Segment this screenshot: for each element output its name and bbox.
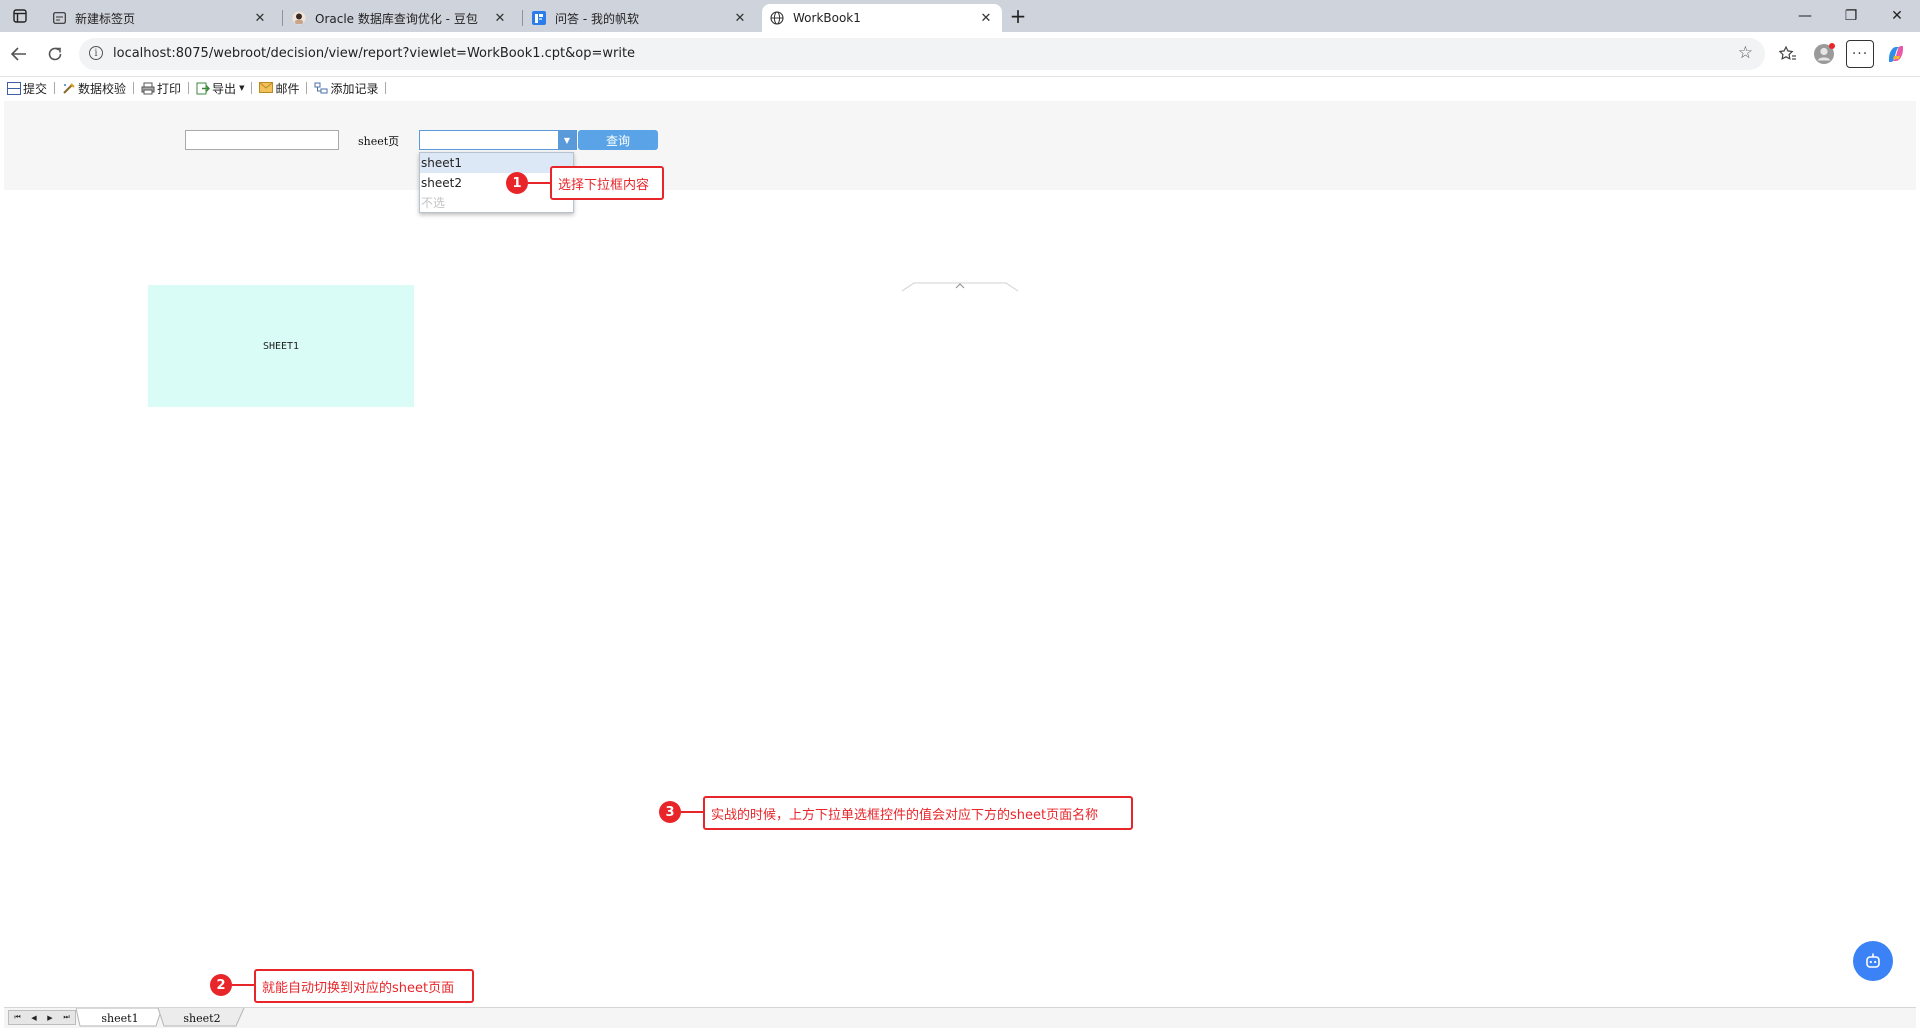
verify-icon <box>62 82 76 95</box>
mail-icon <box>259 81 274 95</box>
sheet-navigation: ⏮ ◀ ▶ ⏭ <box>8 1010 76 1025</box>
copilot-button[interactable] <box>1882 40 1910 68</box>
browser-toolbar: i localhost:8075/webroot/decision/view/r… <box>0 32 1920 77</box>
annotation-box-1: 选择下拉框内容 <box>550 166 664 200</box>
print-label: 打印 <box>157 81 182 96</box>
profile-button[interactable] <box>1810 40 1838 68</box>
toolbar-separator <box>306 82 308 94</box>
submit-button[interactable]: 提交 <box>4 80 50 97</box>
parameter-pane: sheet页 ▼ 查询 <box>4 101 1916 291</box>
close-tab-icon[interactable]: ✕ <box>732 11 748 26</box>
annotation-box-3: 实战的时候，上方下拉单选框控件的值会对应下方的sheet页面名称 <box>703 796 1133 830</box>
assistant-fab[interactable] <box>1853 941 1893 981</box>
sheet-page-combo[interactable]: ▼ <box>419 130 577 150</box>
tab-title: 问答 - 我的帆软 <box>555 11 639 26</box>
reload-button[interactable] <box>41 40 69 68</box>
prev-sheet-icon[interactable]: ◀ <box>31 1014 36 1022</box>
restore-button[interactable]: ❐ <box>1828 0 1874 32</box>
next-sheet-icon[interactable]: ▶ <box>47 1014 52 1022</box>
back-arrow-icon <box>11 47 26 61</box>
tab-title: WorkBook1 <box>793 11 861 25</box>
export-label: 导出 <box>212 81 237 96</box>
minimize-button[interactable]: — <box>1782 0 1828 32</box>
back-button[interactable] <box>5 40 33 68</box>
favorite-star-icon[interactable]: ☆ <box>1738 43 1753 63</box>
tab-title: 新建标签页 <box>75 11 136 26</box>
browser-tab-strip: 新建标签页 ✕ Oracle 数据库查询优化 - 豆包 ✕ 问答 - 我的帆软 … <box>0 0 1920 32</box>
site-info-icon[interactable]: i <box>89 46 103 60</box>
sheet-tab-sheet1[interactable]: sheet1 <box>80 1009 160 1027</box>
more-dots-icon: ··· <box>1851 46 1869 62</box>
newtab-icon <box>52 11 66 25</box>
copilot-icon <box>1889 46 1903 62</box>
query-button[interactable]: 查询 <box>578 130 658 150</box>
annotation-box-2: 就能自动切换到对应的sheet页面 <box>254 969 474 1003</box>
toolbar-separator <box>188 82 190 94</box>
window-close-button[interactable]: ✕ <box>1874 0 1920 32</box>
annotation-connector <box>528 182 550 184</box>
add-record-icon <box>314 82 328 95</box>
favorites-list-icon <box>1779 46 1796 60</box>
doubao-avatar-icon <box>292 11 306 25</box>
toolbar-separator <box>251 82 253 94</box>
data-verify-label: 数据校验 <box>78 81 127 96</box>
close-tab-icon[interactable]: ✕ <box>978 11 994 26</box>
browser-tab-doubao[interactable]: Oracle 数据库查询优化 - 豆包 ✕ <box>284 4 516 32</box>
sheet-page-label: sheet页 <box>358 135 400 148</box>
address-bar[interactable]: i localhost:8075/webroot/decision/view/r… <box>79 38 1765 70</box>
save-icon <box>7 81 21 95</box>
close-tab-icon[interactable]: ✕ <box>492 11 508 26</box>
favorites-button[interactable] <box>1774 40 1802 68</box>
param-text-input[interactable] <box>185 130 339 150</box>
export-icon <box>196 82 211 95</box>
toolbar-separator <box>133 82 135 94</box>
annotation-connector <box>232 984 254 986</box>
annotation-number-3: 3 <box>659 801 681 823</box>
reload-icon <box>48 47 62 61</box>
collapse-param-handle[interactable] <box>902 281 1018 291</box>
annotation-number-1: 1 <box>506 172 528 194</box>
first-sheet-icon[interactable]: ⏮ <box>14 1013 20 1022</box>
mail-label: 邮件 <box>275 81 300 96</box>
last-sheet-icon[interactable]: ⏭ <box>63 1013 69 1022</box>
data-verify-button[interactable]: 数据校验 <box>59 80 129 97</box>
mail-button[interactable]: 邮件 <box>256 80 302 97</box>
tab-title: Oracle 数据库查询优化 - 豆包 <box>315 11 478 26</box>
annotation-number-2: 2 <box>210 974 232 996</box>
close-tab-icon[interactable]: ✕ <box>252 11 268 26</box>
tab-actions-button[interactable] <box>2 0 38 32</box>
url-text: localhost:8075/webroot/decision/view/rep… <box>113 46 636 61</box>
report-cell-sheet1: SHEET1 <box>148 285 414 407</box>
chevron-down-icon: ▼ <box>239 84 245 92</box>
print-button[interactable]: 打印 <box>138 80 184 97</box>
globe-icon <box>770 11 784 25</box>
browser-tab-fanruan[interactable]: 问答 - 我的帆软 ✕ <box>524 4 756 32</box>
profile-avatar-icon <box>1814 43 1835 64</box>
browser-tab-newtab[interactable]: 新建标签页 ✕ <box>44 4 276 32</box>
add-record-button[interactable]: 添加记录 <box>311 80 381 97</box>
toolbar-separator <box>54 82 56 94</box>
fanruan-icon <box>532 11 546 25</box>
tab-divider <box>522 10 523 26</box>
new-tab-button[interactable]: + <box>1004 0 1032 32</box>
combo-dropdown-icon[interactable]: ▼ <box>558 131 576 149</box>
report-toolbar: 提交 数据校验 打印 导出 ▼ 邮件 添加记录 <box>4 77 390 99</box>
settings-more-button[interactable]: ··· <box>1846 40 1874 68</box>
tab-divider <box>282 10 283 26</box>
annotation-connector <box>681 811 703 813</box>
sheet-tab-sheet2[interactable]: sheet2 <box>162 1009 242 1027</box>
robot-icon <box>1866 953 1880 968</box>
workspaces-icon <box>13 9 27 23</box>
sheet-tab-bar: ⏮ ◀ ▶ ⏭ sheet1 sheet2 <box>4 1007 1916 1028</box>
add-record-label: 添加记录 <box>330 81 379 96</box>
export-button[interactable]: 导出 ▼ <box>193 80 247 97</box>
submit-label: 提交 <box>23 81 48 96</box>
browser-tab-workbook1[interactable]: WorkBook1 ✕ <box>762 4 1002 32</box>
toolbar-separator <box>385 82 387 94</box>
printer-icon <box>141 82 155 95</box>
